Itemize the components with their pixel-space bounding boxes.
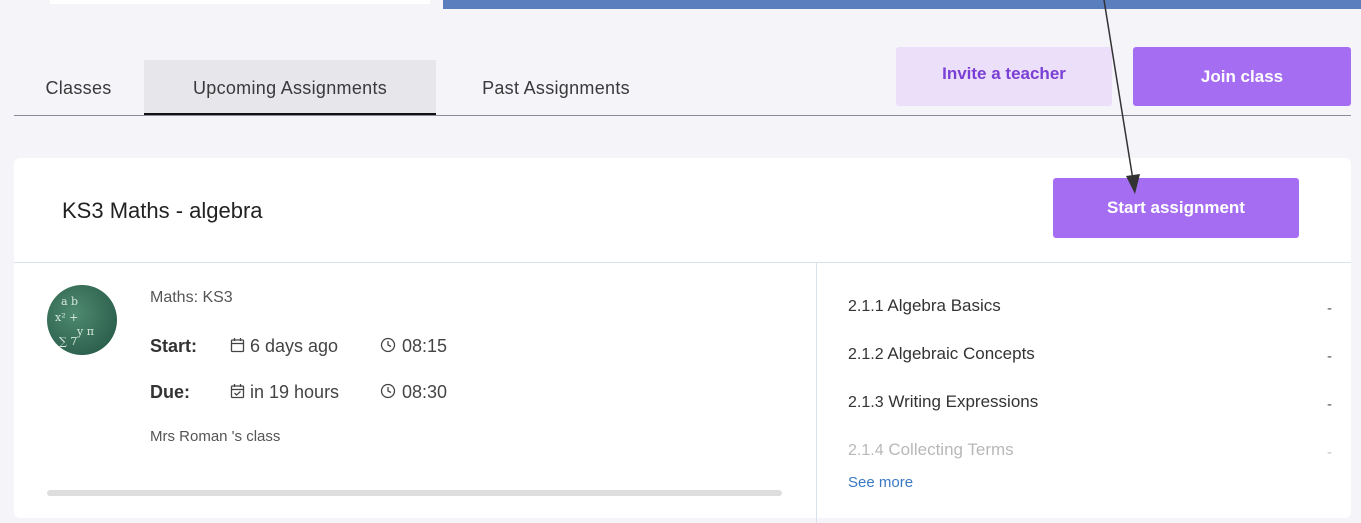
topic-code: 2.1.2 bbox=[848, 346, 884, 363]
topic-item[interactable]: 2.1.4 Collecting Terms bbox=[848, 440, 1014, 460]
invite-teacher-button[interactable]: Invite a teacher bbox=[896, 47, 1112, 106]
start-label: Start: bbox=[150, 336, 198, 356]
calendar-check-icon bbox=[230, 383, 245, 404]
topic-name: Algebraic Concepts bbox=[887, 344, 1035, 363]
topic-status: - bbox=[1327, 396, 1332, 413]
tab-classes[interactable]: Classes bbox=[14, 60, 143, 114]
assignment-title: KS3 Maths - algebra bbox=[62, 198, 263, 223]
assignment-card: KS3 Maths - algebra Start assignment a b… bbox=[14, 158, 1351, 523]
start-assignment-button[interactable]: Start assignment bbox=[1053, 178, 1299, 238]
horizontal-scrollbar[interactable] bbox=[47, 490, 782, 496]
clock-icon bbox=[380, 383, 396, 404]
topic-status: - bbox=[1327, 300, 1332, 317]
column-divider bbox=[816, 263, 817, 523]
card-divider bbox=[14, 262, 1351, 263]
clock-icon bbox=[380, 337, 396, 358]
topic-item[interactable]: 2.1.2 Algebraic Concepts bbox=[848, 344, 1035, 364]
join-class-button[interactable]: Join class bbox=[1133, 47, 1351, 106]
class-name: Mrs Roman 's class bbox=[150, 428, 281, 445]
tabs-underline bbox=[14, 115, 1351, 116]
topic-item[interactable]: 2.1.1 Algebra Basics bbox=[848, 296, 1001, 316]
start-time: 08:15 bbox=[402, 336, 448, 356]
topic-code: 2.1.3 bbox=[848, 394, 884, 411]
subject-label: Maths: KS3 bbox=[150, 289, 233, 306]
topic-status: - bbox=[1327, 444, 1332, 461]
topic-status: - bbox=[1327, 348, 1332, 365]
topic-item[interactable]: 2.1.3 Writing Expressions bbox=[848, 392, 1038, 412]
see-more-link[interactable]: See more bbox=[848, 474, 913, 491]
due-label: Due: bbox=[150, 382, 190, 402]
top-banner-bar bbox=[443, 0, 1361, 9]
tab-upcoming-assignments[interactable]: Upcoming Assignments bbox=[144, 60, 436, 116]
topic-name: Algebra Basics bbox=[887, 296, 1001, 315]
tab-past-assignments[interactable]: Past Assignments bbox=[436, 60, 676, 114]
start-date: 6 days ago bbox=[250, 336, 339, 356]
due-time: 08:30 bbox=[402, 382, 448, 402]
topic-code: 2.1.1 bbox=[848, 298, 884, 315]
topic-code: 2.1.4 bbox=[848, 442, 884, 459]
calendar-icon bbox=[230, 337, 245, 358]
top-panel-edge bbox=[50, 0, 430, 4]
due-date: in 19 hours bbox=[250, 382, 340, 402]
topic-name: Writing Expressions bbox=[888, 392, 1039, 411]
topic-name: Collecting Terms bbox=[888, 440, 1014, 459]
class-avatar: a b x² + y π ∑ 7 bbox=[47, 285, 117, 355]
